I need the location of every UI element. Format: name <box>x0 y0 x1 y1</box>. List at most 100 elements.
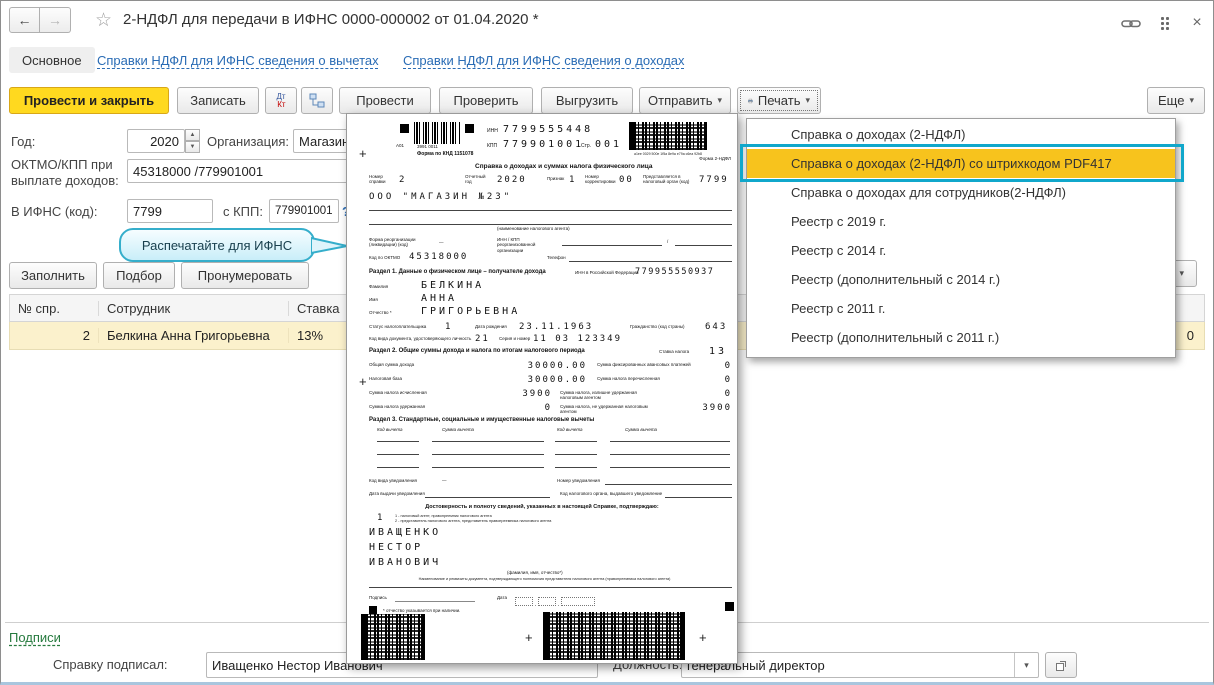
barcode-caption: 3991 0011 <box>417 144 438 149</box>
reorg-label: Форма реорганизации (ликвидации) (код) <box>369 237 416 248</box>
kpp-label: с КПП: <box>223 204 263 219</box>
save-button[interactable]: Записать <box>177 87 259 114</box>
field-label: Номер справки <box>369 174 386 185</box>
ifns-input[interactable]: 7799 <box>127 199 213 223</box>
field-value: 1 <box>569 175 577 185</box>
link-icon[interactable] <box>1119 13 1143 33</box>
menu-item-reestr-2011[interactable]: Реестр с 2011 г. <box>747 294 1175 323</box>
more-button[interactable]: Еще ▾ <box>1147 87 1205 114</box>
position-open-button[interactable] <box>1045 652 1077 678</box>
renumber-button[interactable]: Пронумеровать <box>181 262 309 289</box>
section3-title: Раздел 3. Стандартные, социальные и имущ… <box>369 417 595 423</box>
confirm-legend-1: 1 - налоговый агент, правопреемник налог… <box>395 514 492 518</box>
year-label: Год: <box>11 134 36 149</box>
spin-down-icon: ▼ <box>185 141 200 153</box>
more-menu-icon[interactable] <box>1153 13 1177 33</box>
s2-value-right: 0 <box>724 361 732 371</box>
barcode-pdf417 <box>361 614 425 660</box>
structure-icon <box>309 93 325 108</box>
kpp-input[interactable]: 779901001 <box>269 199 339 223</box>
structure-button[interactable] <box>301 87 333 114</box>
deduction-code-header: Код вычета <box>377 427 403 432</box>
menu-item-reestr-2014[interactable]: Реестр с 2014 г. <box>747 236 1175 265</box>
send-button[interactable]: Отправить ▾ <box>639 87 731 114</box>
signatures-link[interactable]: Подписи <box>9 630 61 645</box>
anchor-square <box>725 602 734 611</box>
field-value: 00 <box>619 175 634 185</box>
crop-mark: + <box>359 374 367 389</box>
deduction-code-header: Код вычета <box>557 427 583 432</box>
oktmo-doc-label: Код по ОКТМО <box>369 255 401 260</box>
name-label: Имя <box>369 297 378 302</box>
print-button[interactable]: Печать ▾ <box>737 87 821 114</box>
post-button[interactable]: Провести <box>339 87 431 114</box>
forward-button[interactable]: → <box>40 7 71 33</box>
crop-mark: + <box>359 146 367 161</box>
tab-link-deductions[interactable]: Справки НДФЛ для ИФНС сведения о вычетах <box>97 53 379 68</box>
check-button[interactable]: Проверить <box>439 87 533 114</box>
year-stepper[interactable]: ▲ ▼ <box>185 129 200 153</box>
print-menu: Справка о доходах (2-НДФЛ) Справка о дох… <box>746 118 1176 358</box>
menu-item-reestr-add-2011[interactable]: Реестр (дополнительный с 2011 г.) <box>747 323 1175 352</box>
citizen-label: Гражданство (код страны) <box>630 324 685 329</box>
tab-main[interactable]: Основное <box>9 47 95 73</box>
dt-kt-button[interactable]: Дт Кт <box>265 87 297 114</box>
year-input[interactable]: 2020 <box>127 129 185 153</box>
dash: — <box>442 478 447 483</box>
field-value: 7799 <box>699 175 729 185</box>
phone-label: Телефон <box>547 255 566 260</box>
position-dropdown-arrow[interactable]: ▾ <box>1014 653 1038 677</box>
pick-button[interactable]: Подбор <box>103 262 175 289</box>
notif-code-label: Код вида уведомления <box>369 478 417 483</box>
post-and-close-button[interactable]: Провести и закрыть <box>9 87 169 114</box>
status-value: 1 <box>445 322 453 332</box>
field-label: Представляется в налоговый орган (код) <box>643 174 690 185</box>
anchor-square <box>400 124 409 133</box>
menu-item-spravka-employees[interactable]: Справка о доходах для сотрудников(2-НДФЛ… <box>747 178 1175 207</box>
kpp-label: КПП <box>487 143 498 149</box>
export-button[interactable]: Выгрузить <box>541 87 633 114</box>
menu-item-spravka-2ndfl-pdf417[interactable]: Справка о доходах (2-НДФЛ) со штрихкодом… <box>747 149 1175 178</box>
notif-num-label: Номер уведомления <box>557 478 600 483</box>
back-icon: ← <box>17 12 32 28</box>
dash: — <box>439 240 444 245</box>
menu-item-reestr-2019[interactable]: Реестр с 2019 г. <box>747 207 1175 236</box>
signature-label: Подпись <box>369 595 387 600</box>
cell-employee: Белкина Анна Григорьевна <box>99 328 289 343</box>
status-label: Статус налогоплательщика <box>369 324 427 329</box>
col-num: № спр. <box>10 300 99 316</box>
doc-code-label: Код вида документа, удостоверяющего личн… <box>369 336 472 341</box>
menu-item-reestr-add-2014[interactable]: Реестр (дополнительный с 2014 г.) <box>747 265 1175 294</box>
surname-value: БЕЛКИНА <box>421 280 485 291</box>
back-button[interactable]: ← <box>9 7 40 33</box>
fill-button[interactable]: Заполнить <box>9 262 97 289</box>
organization-label: Организация: <box>207 134 290 149</box>
print-preview: + + А01 3991 0011 ИНН 7799555448 КПП 779… <box>346 113 738 664</box>
series-value: 11 03 123349 <box>533 334 623 344</box>
cell-num: 2 <box>10 328 99 343</box>
close-icon[interactable]: × <box>1185 13 1209 33</box>
inn-label: ИНН <box>487 128 498 134</box>
form-name: Форма 2-НДФЛ <box>699 156 731 161</box>
doc-code-value: 21 <box>475 334 490 344</box>
s2-value-right: 3900 <box>702 403 732 413</box>
deduction-sum-header: Сумма вычета <box>625 427 658 432</box>
tooltip-tail <box>311 236 348 255</box>
s2-label: Сумма налога удержанная <box>369 404 426 409</box>
crop-mark: + <box>525 630 533 645</box>
dt-kt-icon: Дт Кт <box>276 91 286 109</box>
s2-label: Налоговая база <box>369 376 402 381</box>
name-value: АННА <box>421 293 458 304</box>
signed-by-label: Справку подписал: <box>53 657 168 672</box>
rate-label: Ставка налога <box>659 349 690 354</box>
notif-org-label: Код налогового органа, выдавшего уведомл… <box>560 491 663 496</box>
favorite-star-icon[interactable]: ☆ <box>95 9 112 32</box>
tab-link-incomes[interactable]: Справки НДФЛ для ИФНС сведения о доходах <box>403 53 685 68</box>
inn-rf-value: 779955550937 <box>635 267 715 277</box>
oktmo-label-line1: ОКТМО/КПП при <box>11 157 113 172</box>
barcode-1d <box>414 122 460 144</box>
menu-item-spravka-2ndfl[interactable]: Справка о доходах (2-НДФЛ) <box>747 120 1175 149</box>
agent-name: ООО "МАГАЗИН №23" <box>369 192 513 202</box>
confirm-code: 1 <box>377 513 385 523</box>
barcode-pdf417 <box>543 612 685 660</box>
